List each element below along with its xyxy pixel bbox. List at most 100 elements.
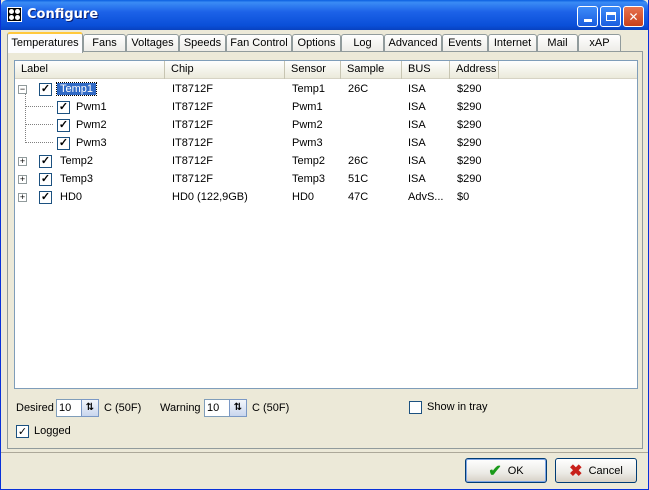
desired-unit: C (50F) [104,402,142,414]
row-sample: 51C [348,173,369,185]
row-label: Temp3 [60,173,94,185]
row-chip: IT8712F [172,155,213,167]
row-bus: ISA [408,137,426,149]
row-bus: ISA [408,101,426,113]
row-chip: IT8712F [172,83,213,95]
row-sensor: Pwm1 [292,101,323,113]
column-header-address[interactable]: Address [450,61,499,79]
configure-window: Configure ✕ Temperatures Fans Voltages S… [0,0,649,490]
table-row[interactable]: + ✓ HD0 HD0 (122,9GB) HD0 47C AdvS... $0 [15,188,637,206]
row-chip: IT8712F [172,101,213,113]
close-button[interactable]: ✕ [623,6,644,27]
tab-log[interactable]: Log [341,34,384,52]
checkmark-icon: ✔ [488,462,502,480]
table-row[interactable]: ✓ Pwm1 IT8712F Pwm1 ISA $290 [15,98,637,116]
table-row[interactable]: ✓ Pwm2 IT8712F Pwm2 ISA $290 [15,116,637,134]
row-label: Pwm1 [76,101,107,113]
row-checkbox[interactable]: ✓ [57,137,70,150]
row-sample: 26C [348,155,369,167]
tab-voltages[interactable]: Voltages [126,34,179,52]
row-address: $290 [457,155,482,167]
row-bus: ISA [408,173,426,185]
row-sensor: Pwm3 [292,137,323,149]
row-bus: ISA [408,155,426,167]
row-bus: AdvS... [408,191,444,203]
tab-mail[interactable]: Mail [537,34,578,52]
row-address: $290 [457,101,482,113]
row-address: $0 [457,191,470,203]
row-address: $290 [457,173,482,185]
tab-strip: Temperatures Fans Voltages Speeds Fan Co… [7,32,643,53]
tab-events[interactable]: Events [442,34,488,52]
row-checkbox[interactable]: ✓ [39,191,52,204]
row-label: Pwm2 [76,119,107,131]
row-checkbox[interactable]: ✓ [39,155,52,168]
row-sample: 26C [348,83,369,95]
table-row[interactable]: − ✓ Temp1 IT8712F Temp1 26C ISA $290 [15,80,637,98]
row-sensor: Pwm2 [292,119,323,131]
tab-speeds[interactable]: Speeds [179,34,226,52]
title-bar[interactable]: Configure ✕ [1,0,648,30]
column-header-sensor[interactable]: Sensor [285,61,341,79]
column-header-chip[interactable]: Chip [165,61,285,79]
show-in-tray-label[interactable]: Show in tray [427,399,488,415]
row-bus: ISA [408,83,426,95]
row-sensor: HD0 [292,191,315,203]
warning-spin-icon[interactable]: ⇅ [229,399,247,417]
row-address: $290 [457,83,482,95]
maximize-icon [605,12,616,21]
table-row[interactable]: ✓ Pwm3 IT8712F Pwm3 ISA $290 [15,134,637,152]
app-icon [7,7,22,22]
logged-label[interactable]: Logged [34,423,71,439]
tab-fan-control[interactable]: Fan Control [226,34,292,52]
warning-input[interactable]: 10 [204,399,230,417]
cancel-x-icon: ✖ [569,462,583,480]
tab-advanced[interactable]: Advanced [384,34,442,52]
minimize-icon [583,19,592,22]
expand-icon[interactable]: + [18,157,27,166]
row-checkbox[interactable]: ✓ [57,119,70,132]
row-label: HD0 [60,191,83,203]
window-title: Configure [27,7,99,22]
row-checkbox[interactable]: ✓ [57,101,70,114]
column-header-label[interactable]: Label [15,61,165,79]
expand-icon[interactable]: + [18,193,27,202]
list-header: Label Chip Sensor Sample BUS Address [15,61,637,79]
warning-unit: C (50F) [252,402,290,414]
row-label: Pwm3 [76,137,107,149]
row-checkbox[interactable]: ✓ [39,83,52,96]
cancel-button[interactable]: ✖ Cancel [555,458,637,483]
sensor-tree-list[interactable]: Label Chip Sensor Sample BUS Address − ✓… [14,60,638,389]
row-sample: 47C [348,191,369,203]
maximize-button[interactable] [600,6,621,27]
logged-checkbox[interactable]: ✓ [16,425,29,438]
row-chip: HD0 (122,9GB) [172,191,248,203]
row-address: $290 [457,137,482,149]
row-chip: IT8712F [172,173,213,185]
expand-icon[interactable]: + [18,175,27,184]
show-in-tray-checkbox[interactable] [409,401,422,414]
collapse-icon[interactable]: − [18,85,27,94]
tab-xap[interactable]: xAP [578,34,621,52]
tab-options[interactable]: Options [292,34,341,52]
column-header-bus[interactable]: BUS [402,61,450,79]
row-checkbox[interactable]: ✓ [39,173,52,186]
tab-temperatures[interactable]: Temperatures [7,32,83,53]
tab-fans[interactable]: Fans [83,34,126,52]
temperatures-panel: Label Chip Sensor Sample BUS Address − ✓… [7,51,643,449]
row-label: Temp2 [60,155,94,167]
desired-spin-icon[interactable]: ⇅ [81,399,99,417]
row-sensor: Temp2 [292,155,326,167]
row-address: $290 [457,119,482,131]
table-row[interactable]: + ✓ Temp2 IT8712F Temp2 26C ISA $290 [15,152,637,170]
row-chip: IT8712F [172,137,213,149]
row-bus: ISA [408,119,426,131]
tab-internet[interactable]: Internet [488,34,537,52]
minimize-button[interactable] [577,6,598,27]
cancel-button-label: Cancel [588,464,623,477]
row-sensor: Temp3 [292,173,326,185]
desired-input[interactable]: 10 [56,399,82,417]
table-row[interactable]: + ✓ Temp3 IT8712F Temp3 51C ISA $290 [15,170,637,188]
ok-button[interactable]: ✔ OK [465,458,547,483]
column-header-sample[interactable]: Sample [341,61,402,79]
